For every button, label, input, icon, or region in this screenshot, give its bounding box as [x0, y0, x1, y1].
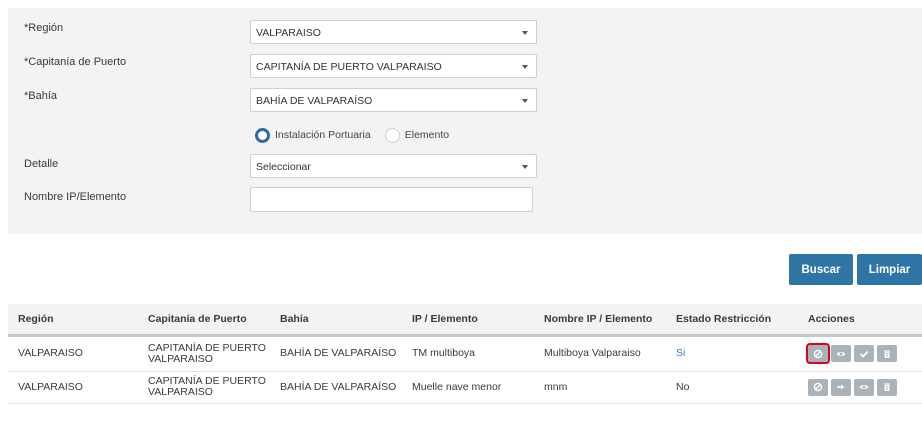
nombre-input[interactable] — [250, 187, 533, 212]
filter-panel: *Región VALPARAISO *Capitanía de Puerto … — [8, 8, 922, 234]
block-icon — [813, 382, 823, 392]
chevron-down-icon — [522, 99, 528, 103]
radio-selected-icon — [255, 127, 270, 143]
region-select-value: VALPARAISO — [256, 27, 321, 39]
search-button[interactable]: Buscar — [789, 254, 853, 285]
estado-link[interactable]: Si — [676, 347, 685, 359]
detalle-label: Detalle — [24, 158, 59, 170]
table-header-row: Región Capitanía de Puerto Bahía IP / El… — [8, 304, 922, 337]
header-capitania: Capitanía de Puerto — [138, 304, 270, 337]
capitania-select-value: CAPITANÍA DE PUERTO VALPARAISO — [256, 61, 442, 73]
radio-elemento[interactable]: Elemento — [384, 127, 450, 143]
cell-capitania: CAPITANÍA DE PUERTO VALPARAISO — [138, 371, 270, 404]
row-actions — [806, 343, 922, 364]
chevron-down-icon — [522, 165, 528, 169]
cell-bahia: BAHÍA DE VALPARAÍSO — [270, 335, 402, 372]
view-button[interactable] — [831, 345, 851, 362]
radio-label: Instalación Portuaria — [275, 129, 371, 141]
chevron-down-icon — [522, 31, 528, 35]
detalle-select[interactable]: Seleccionar — [250, 154, 537, 178]
table-row: VALPARAISO CAPITANÍA DE PUERTO VALPARAIS… — [8, 335, 922, 372]
view-button[interactable] — [854, 378, 874, 396]
delete-button[interactable] — [877, 378, 897, 396]
cell-acciones — [798, 335, 922, 372]
header-bahia: Bahía — [270, 304, 402, 337]
login-icon — [837, 384, 845, 390]
clear-button[interactable]: Limpiar — [857, 254, 922, 285]
cell-region: VALPARAISO — [8, 371, 138, 404]
results-table: Región Capitanía de Puerto Bahía IP / El… — [8, 304, 922, 404]
detalle-select-value: Seleccionar — [256, 161, 311, 173]
header-region: Región — [8, 304, 138, 337]
type-radio-group: Instalación Portuaria Elemento — [255, 127, 449, 143]
approve-button[interactable] — [854, 345, 874, 362]
bahia-select[interactable]: BAHÍA DE VALPARAÍSO — [250, 88, 537, 112]
cell-estado: Si — [666, 335, 798, 372]
capitania-line: VALPARAISO — [148, 386, 213, 398]
cell-acciones — [798, 371, 922, 404]
eye-icon — [836, 351, 846, 356]
header-estado: Estado Restricción — [666, 304, 798, 337]
trash-icon — [884, 383, 890, 391]
check-icon — [859, 350, 869, 358]
cell-capitania: CAPITANÍA DE PUERTO VALPARAISO — [138, 335, 270, 372]
cell-estado: No — [666, 371, 798, 404]
eye-icon — [859, 384, 869, 390]
header-acciones: Acciones — [798, 304, 922, 337]
region-select[interactable]: VALPARAISO — [250, 20, 537, 44]
capitania-select[interactable]: CAPITANÍA DE PUERTO VALPARAISO — [250, 54, 537, 78]
region-label: *Región — [24, 22, 64, 34]
trash-icon — [884, 349, 890, 358]
bahia-select-value: BAHÍA DE VALPARAÍSO — [256, 95, 373, 107]
header-nombre: Nombre IP / Elemento — [534, 304, 666, 337]
radio-unselected-icon — [384, 127, 400, 143]
nombre-label: Nombre IP/Elemento — [24, 191, 127, 203]
capitania-line: VALPARAISO — [148, 352, 213, 365]
block-icon — [813, 349, 823, 358]
chevron-down-icon — [522, 65, 528, 69]
bahia-label: *Bahía — [24, 90, 58, 102]
cell-region: VALPARAISO — [8, 335, 138, 372]
block-button[interactable] — [808, 378, 828, 396]
cell-nombre: Multiboya Valparaiso — [534, 335, 666, 372]
capitania-label: *Capitanía de Puerto — [24, 56, 127, 68]
table-row: VALPARAISO CAPITANÍA DE PUERTO VALPARAIS… — [8, 371, 922, 404]
cell-bahia: BAHÍA DE VALPARAÍSO — [270, 371, 402, 404]
row-actions — [808, 378, 922, 396]
enter-button[interactable] — [831, 378, 851, 396]
header-ip-elemento: IP / Elemento — [402, 304, 534, 337]
delete-button[interactable] — [877, 345, 897, 362]
radio-instalacion-portuaria[interactable]: Instalación Portuaria — [255, 127, 371, 143]
cell-ip: TM multiboya — [402, 335, 534, 372]
radio-label: Elemento — [404, 129, 450, 141]
cell-nombre: mnm — [534, 371, 666, 404]
cell-ip: Muelle nave menor — [402, 371, 534, 404]
block-button[interactable] — [806, 343, 830, 364]
